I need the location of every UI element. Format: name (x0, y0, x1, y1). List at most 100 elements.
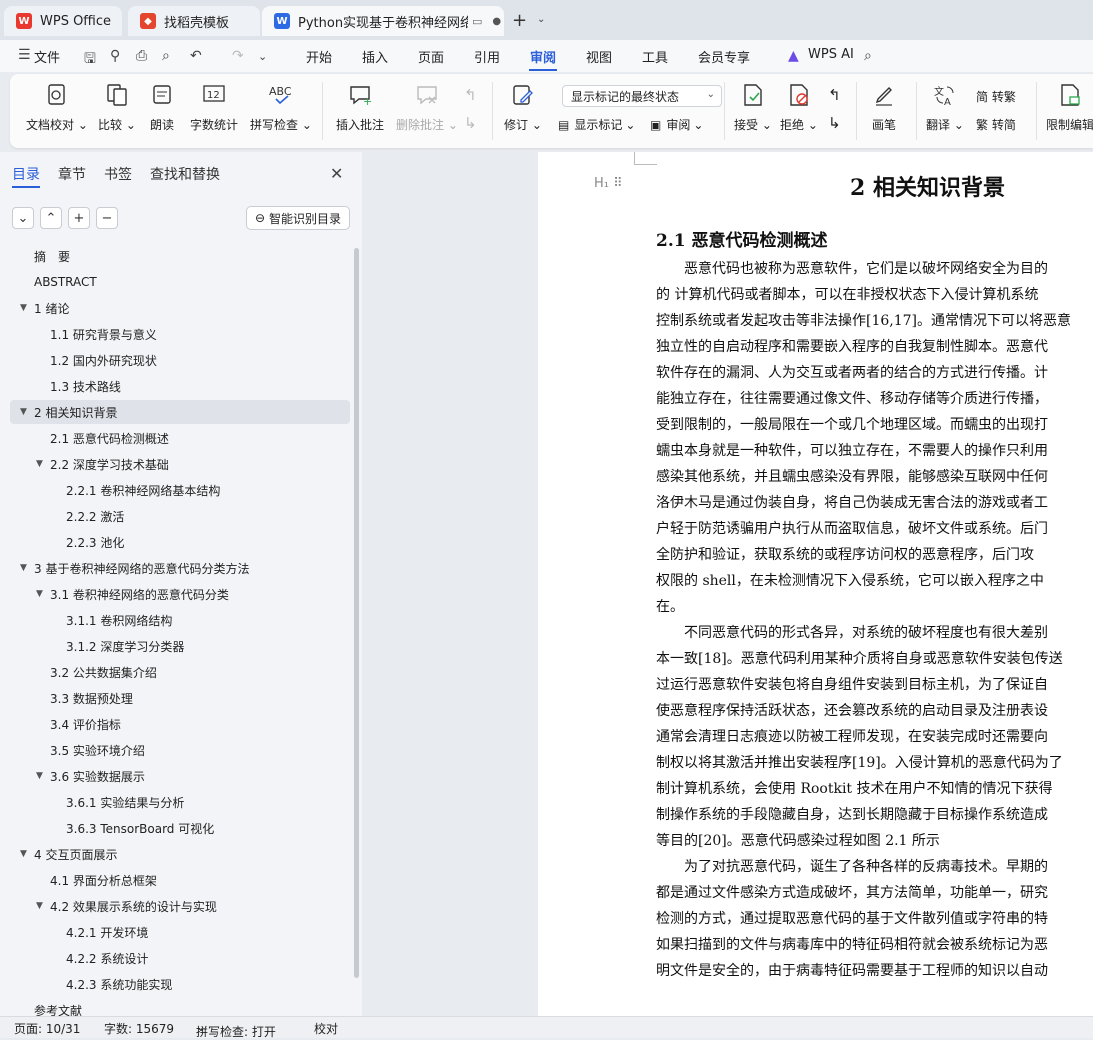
toc-item[interactable]: 摘 要 (10, 244, 350, 268)
scrollbar[interactable] (354, 248, 359, 978)
toc-item[interactable]: ▼ 2 相关知识背景 (10, 400, 350, 424)
doc-check-button[interactable]: 文档校对 ⌄ (26, 82, 88, 133)
next-change-icon[interactable]: ↳ (828, 114, 841, 132)
toc-item[interactable]: 1.3 技术路线 (10, 374, 350, 398)
toc-item[interactable]: 3.2 公共数据集介绍 (10, 660, 350, 684)
link-icon[interactable]: ⚲ (110, 48, 120, 64)
restrict-editing-button[interactable]: 限制编辑 (1046, 82, 1093, 133)
expand-up-button[interactable]: ⌃ (40, 207, 62, 229)
read-aloud-button[interactable]: 朗读 (150, 82, 174, 133)
menu-view[interactable]: 视图 (586, 47, 612, 66)
print-preview-icon[interactable]: ⌕ (162, 48, 170, 64)
toc-item[interactable]: ▼ 3 基于卷积神经网络的恶意代码分类方法 (10, 556, 350, 580)
toc-item[interactable]: 3.6.3 TensorBoard 可视化 (10, 816, 350, 840)
collapse-arrow-icon[interactable]: ▼ (36, 459, 50, 469)
toc-item[interactable]: ▼ 3.1 卷积神经网络的恶意代码分类 (10, 582, 350, 606)
toc-item[interactable]: 3.4 评价指标 (10, 712, 350, 736)
to-traditional-button[interactable]: 简 转繁 (976, 88, 1016, 105)
toc-item[interactable]: 2.2.2 激活 (10, 504, 350, 528)
toc-item[interactable]: ▼ 4.2 效果展示系统的设计与实现 (10, 894, 350, 918)
save-icon[interactable]: 🖫 (84, 48, 96, 72)
prev-change-icon[interactable]: ↰ (828, 86, 841, 104)
menu-references[interactable]: 引用 (474, 47, 500, 66)
document-page[interactable]: H₁ ⠿ 2 相关知识背景 2.1 恶意代码检测概述 恶意代码也被称为恶意软件，… (538, 152, 1093, 1016)
page-indicator[interactable]: 页面: 10/31 (14, 1020, 80, 1037)
toc-item[interactable]: 3.1.1 卷积网络结构 (10, 608, 350, 632)
add-heading-button[interactable]: + (68, 207, 90, 229)
search-icon[interactable]: ⌕ (864, 48, 872, 64)
menu-insert[interactable]: 插入 (362, 47, 388, 66)
toc-item[interactable]: ABSTRACT (10, 270, 350, 294)
toc-item[interactable]: ▼ 2.2 深度学习技术基础 (10, 452, 350, 476)
toc-item[interactable]: ▼ 1 绪论 (10, 296, 350, 320)
toc-item[interactable]: 4.2.2 系统设计 (10, 946, 350, 970)
print-icon[interactable]: ⎙ (136, 48, 147, 64)
menu-tools[interactable]: 工具 (642, 47, 668, 66)
toc-item[interactable]: 4.2.1 开发环境 (10, 920, 350, 944)
menu-wps-ai[interactable]: WPS AI (808, 47, 854, 62)
menu-review[interactable]: 审阅 (530, 47, 556, 66)
show-markup-button[interactable]: ▤ 显示标记 ⌄ (558, 116, 635, 133)
to-simplified-button[interactable]: 繁 转简 (976, 116, 1016, 133)
chevron-down-icon[interactable]: ⌄ (537, 14, 545, 25)
revise-button[interactable]: 修订 ⌄ (504, 82, 542, 133)
heading-drag-handle-icon[interactable]: H₁ ⠿ (594, 176, 623, 191)
collapse-arrow-icon[interactable]: ▼ (36, 771, 50, 781)
word-count-button[interactable]: 12 字数统计 (190, 82, 238, 133)
tab-sections[interactable]: 章节 (58, 164, 86, 184)
toc-item[interactable]: 3.3 数据预处理 (10, 686, 350, 710)
tab-find-replace[interactable]: 查找和替换 (150, 164, 220, 184)
tab-toc[interactable]: 目录 (12, 164, 40, 184)
undo-icon[interactable]: ↶ (190, 48, 202, 64)
collapse-arrow-icon[interactable]: ▼ (36, 901, 50, 911)
delete-comment-button[interactable]: 删除批注 ⌄ (396, 82, 458, 133)
tab-wps-office[interactable]: W WPS Office (4, 6, 122, 36)
toc-item[interactable]: ▼ 4 交互页面展示 (10, 842, 350, 866)
toc-item[interactable]: 2.2.3 池化 (10, 530, 350, 554)
toc-item[interactable]: 4.1 界面分析总框架 (10, 868, 350, 892)
reject-button[interactable]: 拒绝 ⌄ (780, 82, 818, 133)
menu-page[interactable]: 页面 (418, 47, 444, 66)
collapse-all-button[interactable]: ⌄ (12, 207, 34, 229)
tab-current-document[interactable]: W Python实现基于卷积神经网络的恶意代码分类 ▭ ● (262, 6, 504, 36)
tab-bookmarks[interactable]: 书签 (104, 164, 132, 184)
word-count-indicator[interactable]: 字数: 15679 (104, 1020, 174, 1037)
toc-item[interactable]: ▼ 3.6 实验数据展示 (10, 764, 350, 788)
toc-item[interactable]: 3.6.1 实验结果与分析 (10, 790, 350, 814)
toc-item[interactable]: 1.1 研究背景与意义 (10, 322, 350, 346)
chevron-down-icon[interactable]: ⌄ (258, 50, 267, 63)
toc-item[interactable]: 3.1.2 深度学习分类器 (10, 634, 350, 658)
next-comment-icon[interactable]: ↳ (464, 114, 477, 132)
collapse-arrow-icon[interactable]: ▼ (20, 849, 34, 859)
tab-docer-templates[interactable]: ◆ 找稻壳模板 (128, 6, 260, 36)
unsaved-dot-icon[interactable]: ● (492, 16, 501, 27)
spell-check-status[interactable]: 拼写检查: 打开 ⌄ (196, 1020, 276, 1039)
collapse-arrow-icon[interactable]: ▼ (20, 303, 34, 313)
markup-mode-dropdown[interactable]: 显示标记的最终状态 ⌄ (562, 85, 722, 107)
remove-heading-button[interactable]: − (96, 207, 118, 229)
toc-item[interactable]: 2.2.1 卷积神经网络基本结构 (10, 478, 350, 502)
collapse-arrow-icon[interactable]: ▼ (36, 589, 50, 599)
close-icon[interactable]: ✕ (330, 164, 343, 183)
translate-button[interactable]: 文A 翻译 ⌄ (926, 82, 964, 133)
toc-item[interactable]: 1.2 国内外研究现状 (10, 348, 350, 372)
menu-file[interactable]: 文件 (34, 47, 60, 66)
toc-item[interactable]: 3.5 实验环境介绍 (10, 738, 350, 762)
insert-comment-button[interactable]: + 插入批注 (336, 82, 384, 133)
redo-icon[interactable]: ↷ (232, 48, 244, 64)
toc-item[interactable]: 参考文献 (10, 998, 350, 1017)
hamburger-icon[interactable]: ☰ (18, 47, 31, 63)
prev-comment-icon[interactable]: ↰ (464, 86, 477, 104)
pen-button[interactable]: 画笔 (872, 82, 896, 133)
toc-item[interactable]: 2.1 恶意代码检测概述 (10, 426, 350, 450)
new-tab-button[interactable]: + (512, 10, 527, 31)
smart-toc-button[interactable]: ⊖ 智能识别目录 (246, 206, 350, 230)
compare-button[interactable]: 比较 ⌄ (98, 82, 136, 133)
accept-button[interactable]: 接受 ⌄ (734, 82, 772, 133)
menu-home[interactable]: 开始 (306, 47, 332, 66)
collapse-arrow-icon[interactable]: ▼ (20, 407, 34, 417)
review-pane-button[interactable]: ▣ 审阅 ⌄ (650, 116, 703, 133)
spell-check-button[interactable]: ABC 拼写检查 ⌄ (250, 82, 312, 133)
toc-item[interactable]: 4.2.3 系统功能实现 (10, 972, 350, 996)
menu-member[interactable]: 会员专享 (698, 47, 750, 66)
